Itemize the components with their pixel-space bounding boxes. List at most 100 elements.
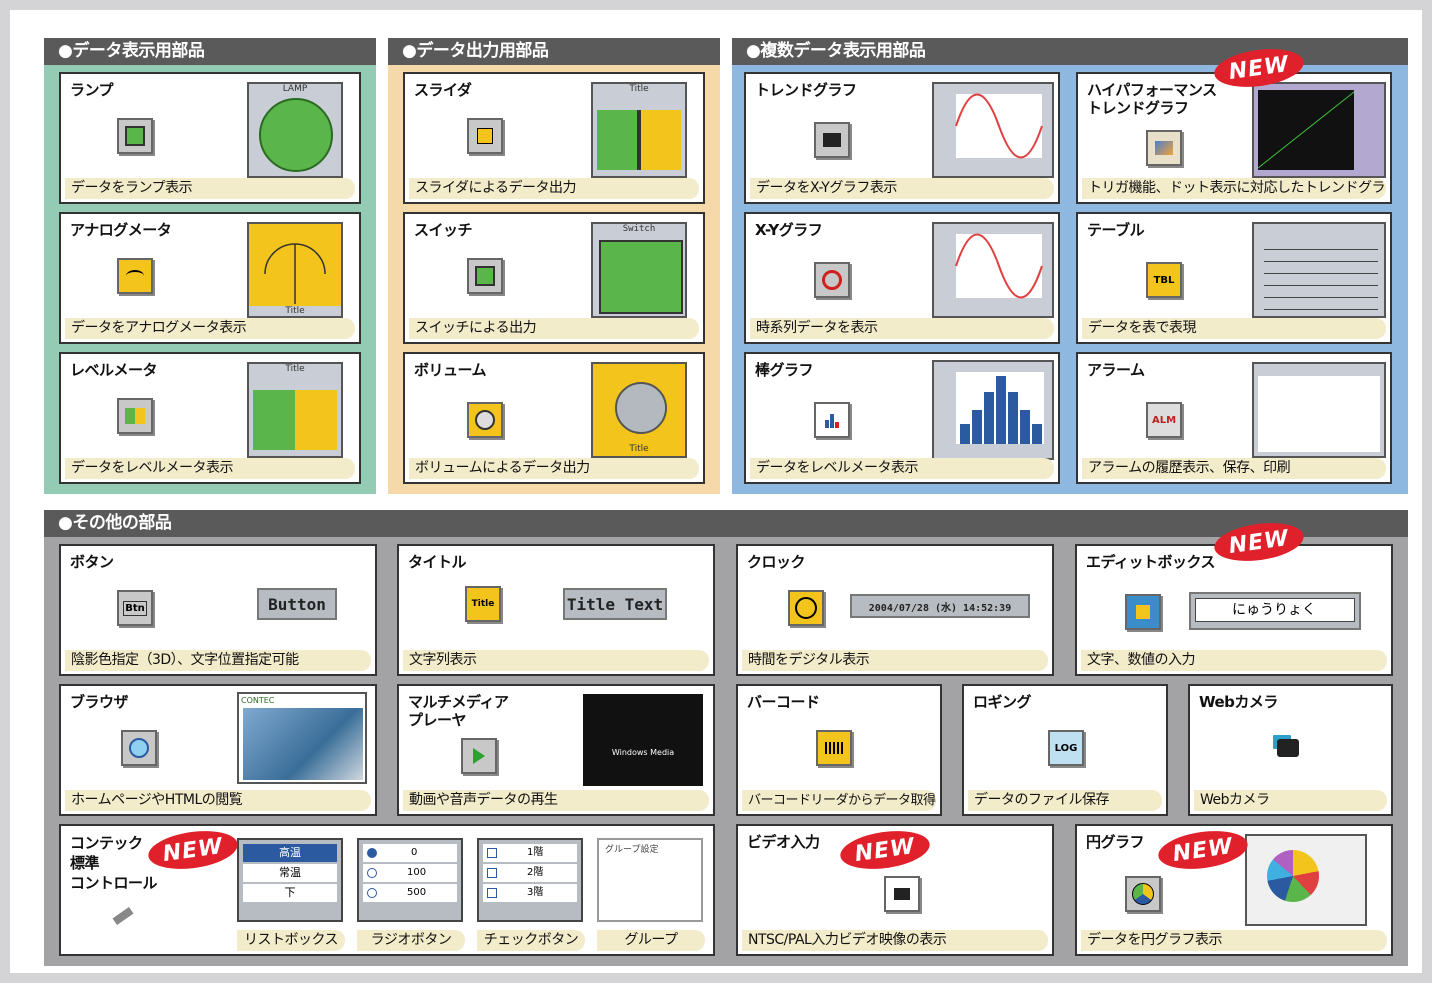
title-line-1: マルチメディア: [408, 693, 509, 711]
card-volume[interactable]: ボリューム Title ボリュームによるデータ出力: [403, 352, 705, 484]
radio-circle: [367, 868, 377, 878]
listbox-label: リストボックス: [237, 930, 345, 951]
card-xy-graph[interactable]: X-Yグラフ 時系列データを表示: [744, 212, 1060, 344]
checkbox-preview: 1階 2階 3階: [477, 838, 583, 922]
card-button[interactable]: ボタン Btn Button 陰影色指定（3D）、文字位置指定可能: [59, 544, 377, 676]
card-bar-graph[interactable]: 棒グラフ データをレベルメータ表示: [744, 352, 1060, 484]
alarm-icon: ALM: [1146, 402, 1182, 438]
checkbox-box: [487, 888, 497, 898]
barcode-icon: [816, 730, 852, 766]
meter-dial-svg: [264, 243, 326, 304]
switch-preview: Switch: [591, 222, 687, 318]
card-edit-box[interactable]: エディットボックス にゅうりょく 文字、数値の入力: [1075, 544, 1393, 676]
card-desc: 文字列表示: [403, 650, 709, 671]
section-header-display: ●データ表示用部品: [44, 38, 376, 65]
title-line-3: コントロール: [70, 874, 158, 892]
hammer-icon: [105, 898, 141, 934]
preview-label: Switch: [622, 224, 656, 234]
card-switch[interactable]: スイッチ Switch スイッチによる出力: [403, 212, 705, 344]
pie-chart-icon: [1125, 876, 1161, 912]
card-title: ランプ: [70, 81, 114, 99]
title-text-preview: Title Text: [563, 588, 667, 620]
preview-label: Title: [285, 364, 305, 374]
checkbox-option: 1階: [483, 844, 577, 862]
card-level-meter[interactable]: レベルメータ Title データをレベルメータ表示: [59, 352, 361, 484]
card-title: Webカメラ: [1199, 693, 1278, 711]
browser-preview-label: CONTEC: [241, 696, 275, 705]
preview-label: Title: [249, 306, 341, 316]
browser-content: [243, 708, 363, 780]
icon-text: TBL: [1153, 274, 1175, 286]
webcam-icon: [1270, 730, 1306, 766]
card-alarm[interactable]: アラーム ALM アラームの履歴表示、保存、印刷: [1076, 352, 1392, 484]
card-desc: データを表で表現: [1082, 318, 1386, 339]
card-desc: 動画や音声データの再生: [403, 790, 709, 811]
card-desc: ボリュームによるデータ出力: [409, 458, 699, 479]
radio-circle: [367, 848, 377, 858]
card-lamp[interactable]: ランプ LAMP データをランプ表示: [59, 72, 361, 204]
card-desc: トリガ機能、ドット表示に対応したトレンドグラフ: [1082, 178, 1386, 199]
card-title: マルチメディア プレーヤ: [408, 693, 509, 729]
card-hp-trend-graph[interactable]: ハイパフォーマンス トレンドグラフ トリガ機能、ドット表示に対応したトレンドグラフ: [1076, 72, 1392, 204]
radio-value: 100: [407, 867, 427, 878]
button-icon: Btn: [117, 590, 153, 626]
card-title: レベルメータ: [70, 361, 158, 379]
title-line-2: 標準: [70, 854, 100, 872]
card-slider[interactable]: スライダ Title スライダによるデータ出力: [403, 72, 705, 204]
browser-icon: [121, 730, 157, 766]
level-meter-preview: Title: [247, 362, 343, 458]
card-title: アラーム: [1087, 361, 1145, 379]
card-desc: 陰影色指定（3D）、文字位置指定可能: [65, 650, 371, 671]
checkbox-option: 2階: [483, 864, 577, 882]
trend-graph-icon: [814, 122, 850, 158]
card-barcode[interactable]: バーコード バーコードリーダからデータ取得: [736, 684, 942, 816]
card-clock[interactable]: クロック 2004/07/28 (水) 14:52:39 時間をデジタル表示: [736, 544, 1054, 676]
pie-chart-preview: [1245, 834, 1367, 926]
card-table[interactable]: テーブル TBL データを表で表現: [1076, 212, 1392, 344]
card-logging[interactable]: ロギング LOG データのファイル保存: [962, 684, 1168, 816]
card-title: タイトル: [408, 553, 467, 571]
card-title: コンテック標準コントロール: [70, 833, 158, 893]
listbox-item: 高温: [243, 844, 337, 862]
slider-preview: Title: [591, 82, 687, 178]
panel-multi: ●複数データ表示用部品 トレンドグラフ データをX-Yグラフ表示 ハイパフォーマ…: [732, 38, 1408, 494]
card-desc: データをレベルメータ表示: [65, 458, 355, 479]
card-webcam[interactable]: Webカメラ Webカメラ: [1188, 684, 1393, 816]
radio-circle: [367, 888, 377, 898]
group-caption: グループ設定: [605, 845, 659, 855]
card-title: テーブル: [1087, 221, 1145, 239]
title-line-1: コンテック: [70, 834, 143, 852]
card-title: ボタン: [70, 553, 114, 571]
lamp-icon: [117, 118, 153, 154]
icon-text: Title: [471, 599, 495, 609]
radio-value: 0: [411, 847, 418, 858]
card-title: ビデオ入力: [747, 833, 820, 851]
card-desc: 時系列データを表示: [750, 318, 1054, 339]
card-title: スライダ: [414, 81, 472, 99]
card-analog-meter[interactable]: アナログメータ Title データをアナログメータ表示: [59, 212, 361, 344]
alarm-preview: [1252, 362, 1386, 458]
media-player-preview: Windows Media: [583, 694, 703, 786]
card-title-component[interactable]: タイトル Title Title Text 文字列表示: [397, 544, 715, 676]
logging-icon: LOG: [1048, 730, 1084, 766]
radio-value: 500: [407, 887, 427, 898]
card-multimedia[interactable]: マルチメディア プレーヤ Windows Media 動画や音声データの再生: [397, 684, 715, 816]
catalog-sheet: ●データ表示用部品 ランプ LAMP データをランプ表示 アナログメータ Tit…: [10, 10, 1422, 973]
listbox-item: 下: [243, 884, 337, 902]
card-title: クロック: [747, 553, 806, 571]
card-desc: Webカメラ: [1194, 790, 1387, 811]
sine-wave-svg: [955, 233, 1043, 299]
card-browser[interactable]: ブラウザ CONTEC ホームページやHTMLの閲覧: [59, 684, 377, 816]
checkbox-option: 3階: [483, 884, 577, 902]
listbox-item: 常温: [243, 864, 337, 882]
card-title: エディットボックス: [1086, 553, 1216, 571]
edit-box-preview: にゅうりょく: [1189, 592, 1361, 630]
level-yellow: [295, 390, 337, 450]
card-trend-graph[interactable]: トレンドグラフ データをX-Yグラフ表示: [744, 72, 1060, 204]
panel-display: ●データ表示用部品 ランプ LAMP データをランプ表示 アナログメータ Tit…: [44, 38, 376, 494]
level-green: [253, 390, 295, 450]
alarm-list: [1258, 376, 1380, 452]
card-desc: 時間をデジタル表示: [742, 650, 1048, 671]
lamp-circle: [259, 98, 333, 172]
slider-green: [597, 110, 639, 170]
